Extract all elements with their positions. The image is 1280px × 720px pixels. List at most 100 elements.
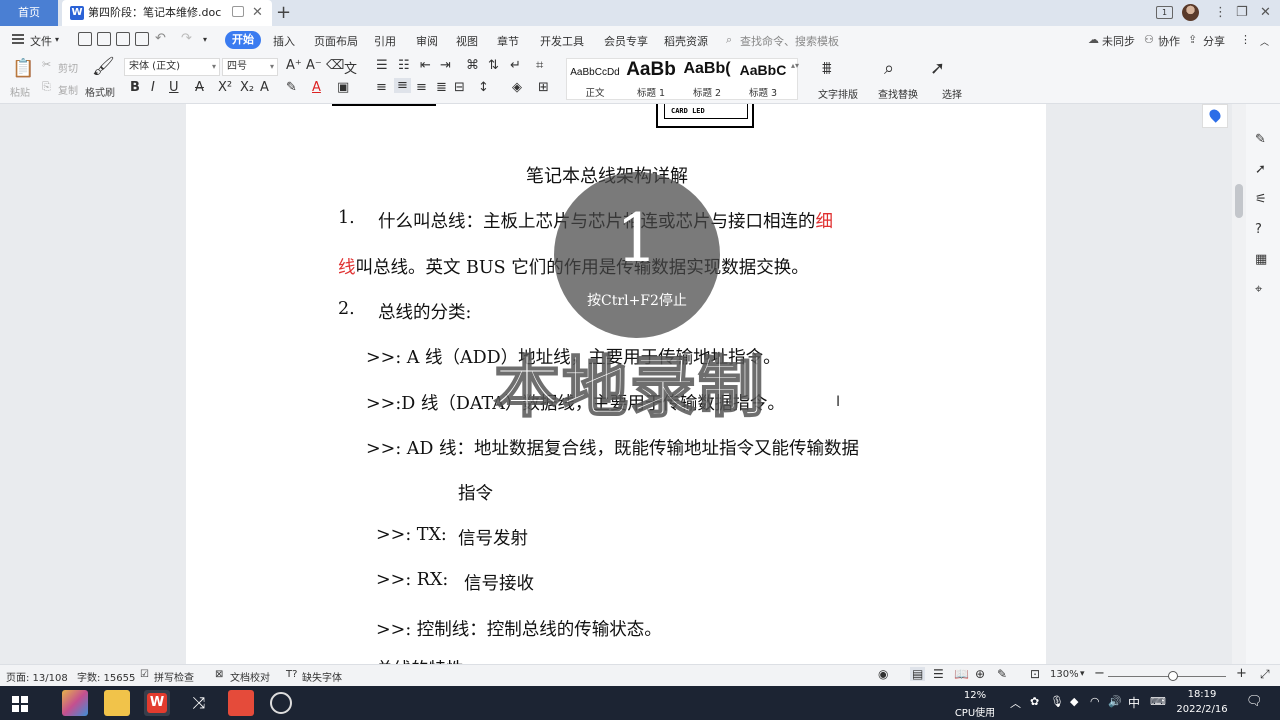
microphone-icon[interactable]: 🎙 — [1050, 695, 1064, 708]
taskbar-shuffle-icon[interactable]: ⤨ — [186, 690, 212, 716]
ime-language-indicator[interactable]: 中 — [1128, 694, 1140, 711]
bold-icon[interactable]: B — [130, 80, 140, 95]
navigation-pin-button[interactable] — [1202, 104, 1228, 128]
sync-status[interactable]: 未同步 — [1102, 33, 1135, 49]
eye-protect-icon[interactable]: ◉ — [878, 667, 888, 681]
paste-button[interactable]: 粘贴 — [10, 84, 30, 99]
copy-button[interactable]: 复制 — [58, 82, 78, 97]
find-replace-button[interactable]: ⌕ 查找替换 — [868, 58, 918, 101]
keyboard-icon[interactable]: ⌨ — [1150, 695, 1166, 708]
collab-button[interactable]: 协作 — [1158, 33, 1180, 49]
print-icon[interactable] — [116, 32, 130, 46]
scrollbar-thumb[interactable] — [1235, 184, 1243, 218]
grow-font-icon[interactable]: A⁺ — [286, 58, 302, 73]
style-heading-3[interactable]: AaBbC 标题 3 — [735, 59, 791, 99]
help-icon[interactable]: ? — [1255, 222, 1262, 237]
zoom-slider-handle[interactable] — [1168, 671, 1178, 681]
print-preview-icon[interactable] — [135, 32, 149, 46]
word-count[interactable]: 字数: 15655 — [77, 669, 135, 684]
superscript-icon[interactable]: X² — [218, 80, 232, 95]
tray-app-icon[interactable]: ✿ — [1030, 695, 1039, 708]
taskbar-file-explorer-icon[interactable] — [104, 690, 130, 716]
quick-access-dropdown-icon[interactable]: ▾ — [203, 35, 207, 44]
taskbar-wps-button[interactable]: W — [144, 690, 170, 716]
bullets-icon[interactable]: ☰ — [376, 58, 388, 73]
tab-references[interactable]: 引用 — [374, 33, 396, 49]
windows-start-icon[interactable] — [12, 696, 28, 712]
tray-security-icon[interactable]: ◆ — [1070, 695, 1078, 708]
style-heading-1[interactable]: AaBb 标题 1 — [623, 59, 679, 99]
restore-window-icon[interactable]: ❐ — [1236, 0, 1248, 26]
command-search-input[interactable]: 查找命令、搜索模板 — [740, 33, 839, 49]
align-left-icon[interactable]: ≡ — [376, 80, 387, 95]
format-painter-button[interactable]: 格式刷 — [85, 84, 115, 99]
taskbar-obs-icon[interactable] — [270, 692, 292, 714]
wifi-icon[interactable]: ◠ — [1090, 695, 1100, 708]
highlight-icon[interactable]: ✎ — [286, 80, 297, 95]
tray-expand-icon[interactable]: ︿ — [1010, 695, 1021, 711]
page-view-icon[interactable]: ▤ — [910, 667, 926, 681]
tab-review[interactable]: 审阅 — [416, 33, 438, 49]
avatar[interactable] — [1182, 4, 1199, 21]
tab-docer[interactable]: 稻壳资源 — [664, 33, 708, 49]
more-options-icon[interactable]: ⋮ — [1240, 33, 1251, 46]
shading-icon[interactable]: ◈ — [512, 80, 522, 95]
table-icon[interactable]: ⌗ — [536, 58, 543, 73]
styles-scroll-icon[interactable]: ▴▾ — [791, 61, 799, 70]
tab-home[interactable]: 首页 — [0, 0, 58, 26]
clock-date[interactable]: 2022/2/16 — [1172, 704, 1232, 715]
tab-start[interactable]: 开始 — [225, 31, 261, 49]
zoom-dropdown-icon[interactable]: ▾ — [1080, 669, 1085, 679]
numbering-icon[interactable]: ☷ — [398, 58, 410, 73]
redo-icon[interactable]: ↷ — [181, 31, 192, 46]
cut-button[interactable]: 剪切 — [58, 60, 78, 75]
edit-pen-icon[interactable]: ✎ — [1255, 132, 1266, 147]
image-tool-icon[interactable]: ▦ — [1255, 252, 1267, 267]
collapse-ribbon-icon[interactable]: ︿ — [1260, 35, 1269, 48]
more-icon[interactable]: ⋮ — [1214, 0, 1227, 26]
text-layout-button[interactable]: ⩩ 文字排版 — [808, 58, 858, 101]
location-icon[interactable]: ⌖ — [1255, 282, 1262, 297]
proofread-button[interactable]: 文档校对 — [230, 669, 270, 684]
web-view-icon[interactable]: ⊕ — [975, 667, 985, 681]
align-center-icon[interactable]: ≡ — [394, 78, 411, 93]
zoom-out-icon[interactable]: − — [1094, 666, 1105, 681]
window-pin-icon[interactable] — [232, 6, 244, 17]
zoom-in-icon[interactable]: + — [1236, 666, 1247, 681]
justify-icon[interactable]: ≣ — [436, 80, 447, 95]
tab-document[interactable]: W 第四阶段：笔记本维修.doc ✕ — [62, 0, 272, 26]
taskbar-pdf-icon[interactable] — [228, 690, 254, 716]
style-heading-2[interactable]: AaBb( 标题 2 — [679, 59, 735, 99]
outline-view-icon[interactable]: ☰ — [933, 667, 944, 681]
line-spacing-icon[interactable]: ↕ — [478, 80, 489, 95]
close-window-icon[interactable]: ✕ — [1260, 0, 1271, 26]
export-pdf-icon[interactable] — [97, 32, 111, 46]
underline-icon[interactable]: U — [169, 80, 179, 95]
copy-icon[interactable]: ⎘ — [42, 80, 51, 94]
text-effect-icon[interactable]: A — [260, 80, 269, 95]
char-border-icon[interactable]: ▣ — [337, 80, 349, 95]
missing-font-button[interactable]: 缺失字体 — [302, 669, 342, 684]
fullscreen-icon[interactable]: ⤢ — [1260, 667, 1270, 682]
undo-icon[interactable]: ↶ — [155, 31, 166, 46]
tab-developer[interactable]: 开发工具 — [540, 33, 584, 49]
select-button[interactable]: ➚ 选择 — [922, 58, 972, 101]
clear-format-icon[interactable]: ⌫ — [326, 58, 344, 73]
style-normal[interactable]: AaBbCcDd 正文 — [567, 59, 623, 99]
cut-icon[interactable]: ✂ — [42, 58, 51, 71]
phonetic-icon[interactable]: 文 — [344, 58, 357, 77]
share-button[interactable]: 分享 — [1203, 33, 1225, 49]
volume-icon[interactable]: 🔊 — [1108, 695, 1122, 708]
border-icon[interactable]: ⊞ — [538, 80, 549, 95]
font-name-select[interactable]: 宋体 (正文) ▾ — [124, 58, 220, 76]
italic-icon[interactable]: I — [151, 80, 155, 95]
new-tab-button[interactable]: + — [276, 0, 291, 26]
zoom-slider[interactable] — [1108, 676, 1226, 677]
clock-time[interactable]: 18:19 — [1172, 689, 1232, 700]
align-right-icon[interactable]: ≡ — [416, 80, 427, 95]
indent-icon[interactable]: ⇥ — [440, 58, 451, 73]
tab-page-layout[interactable]: 页面布局 — [314, 33, 358, 49]
format-painter-icon[interactable]: 🖌 — [92, 56, 115, 77]
zoom-level[interactable]: 130% — [1050, 669, 1079, 680]
distributed-icon[interactable]: ⊟ — [454, 80, 465, 95]
